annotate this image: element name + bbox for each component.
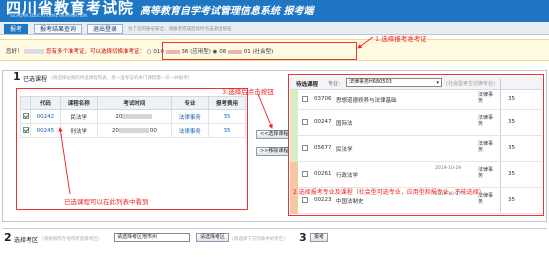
table-header-row: 代码 课程名称 考试时间 专业 报考费用 — [20, 96, 247, 110]
row-stripe — [290, 162, 298, 188]
ticket-hint: 您有多个准考证，可以选择切换准考证： — [46, 49, 146, 55]
selected-courses-title: 已选课程 — [23, 76, 48, 83]
course-name: 刑法学 — [59, 123, 98, 138]
list-item[interactable]: 03706 思想道德修养与法律基础 法律事务 35 — [290, 90, 542, 110]
select-area-button[interactable]: 请选择考区 — [196, 233, 230, 242]
course-fee: 35 — [207, 109, 247, 124]
checkbox-icon[interactable] — [302, 119, 308, 125]
course-code: 00242 — [30, 109, 61, 124]
course-name: 民法学 — [59, 109, 98, 124]
col-fee: 报考费用 — [207, 96, 247, 110]
selected-courses-hint: (请选择右侧的待选课程列表，另一准考证的本门课程需一次一并报考) — [51, 76, 190, 81]
available-courses-title: 待选课程 — [296, 82, 319, 88]
checkbox-icon[interactable] — [302, 96, 308, 102]
available-courses-header: 待选课程 专业： 法律事务H680503 ▾ (社会型考生切换专业) — [290, 76, 542, 90]
remove-course-button[interactable]: >>移除课程 — [256, 147, 293, 156]
submit-button[interactable]: 报考 — [310, 233, 329, 242]
list-item[interactable]: 05677 民法学 法律事务 35 — [290, 136, 542, 162]
checkbox-icon[interactable] — [302, 197, 308, 203]
course-major: 法律事务 — [170, 109, 209, 124]
course-major: 法律事务 — [170, 123, 209, 138]
greeting-text: 您好！ — [6, 49, 23, 55]
table-row[interactable]: 00245 刑法学 20 00 法律事务 35 — [20, 123, 247, 138]
exam-area-hint: (请按照所在地市所选择考区) — [42, 237, 100, 242]
annotation-click-button: 3.选择后点击按钮 — [222, 88, 274, 96]
row-stripe — [290, 110, 298, 136]
col-time: 考试时间 — [96, 96, 172, 110]
major-select[interactable]: 法律事务H680503 ▾ — [346, 78, 442, 87]
row-stripe — [290, 90, 298, 110]
blurred-name — [24, 49, 45, 54]
step-number-1: 1 — [13, 70, 21, 83]
university-name-en: SICHUAN EDUCATIONAL EXAMINATION — [10, 13, 88, 18]
select-course-button[interactable]: <<选择课程 — [256, 130, 293, 139]
col-code: 代码 — [30, 96, 61, 110]
exam-area-hint-2: (请选择下方列表中的考区) — [232, 237, 286, 242]
security-tip: 为了您的账号安全，请报考完成后及时点击退出按钮 — [128, 27, 232, 32]
major-note: (社会型考生切换专业) — [446, 81, 495, 87]
checkbox-icon[interactable] — [22, 127, 29, 134]
checkbox-icon[interactable] — [302, 145, 308, 151]
annotation-select-major: 2.选择报考专业及课程（社会型可选专业，应用型和报专业，不能选择） — [293, 189, 485, 196]
tab-result-query[interactable]: 报考结果查询 — [34, 24, 83, 34]
col-name: 课程名称 — [59, 96, 98, 110]
app-header: 四川省教育考试院 SICHUAN EDUCATIONAL EXAMINATION… — [0, 0, 549, 22]
exam-area-select[interactable]: 请选择考区地市州 — [114, 233, 190, 242]
selected-courses-table: 代码 课程名称 考试时间 专业 报考费用 00242 民法学 20 法律事务 3… — [20, 96, 247, 138]
row-stripe — [290, 136, 298, 162]
exam-area-section: 2 选择考区 (请按照所在地市所选择考区) 请选择考区地市州 请选择考区 (请选… — [2, 228, 547, 248]
chevron-down-icon: ▾ — [436, 80, 439, 86]
step-number-2: 2 — [4, 231, 12, 244]
nav-bar: 报考 报考结果查询 退出登录 为了您的账号安全，请报考完成后及时点击退出按钮 — [0, 22, 549, 35]
col-major: 专业 — [170, 96, 209, 110]
list-item[interactable]: 00261 行政法学 2019-10-29 法律事务 35 — [290, 162, 542, 188]
checkbox-icon[interactable] — [302, 171, 308, 177]
course-fee: 35 — [207, 123, 247, 138]
tab-apply[interactable]: 报考 — [4, 24, 29, 34]
tab-logout[interactable]: 退出登录 — [87, 24, 124, 34]
annotation-selected-list: 已选课程可以在此列表中看到 — [64, 198, 149, 206]
ticket-highlight-box — [162, 42, 357, 60]
exam-area-title: 选择考区 — [14, 237, 39, 244]
annotation-select-ticket: 1.选择报考准考证 — [375, 35, 427, 43]
step-number-3: 3 — [299, 231, 307, 244]
course-code: 00245 — [30, 123, 61, 138]
list-item[interactable]: 00247 国际法 法律事务 35 — [290, 110, 542, 136]
system-title: 高等教育自学考试管理信息系统 报考端 — [140, 6, 314, 17]
table-row[interactable]: 00242 民法学 20 法律事务 35 — [20, 109, 247, 124]
checkbox-icon[interactable] — [22, 113, 29, 120]
major-label: 专业： — [328, 81, 344, 87]
